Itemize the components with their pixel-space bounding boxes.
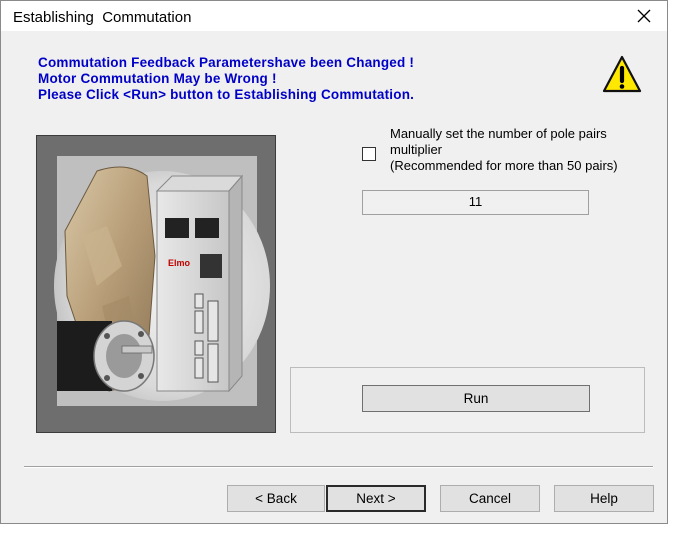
- window-title: Establishing Commutation: [13, 9, 192, 26]
- svg-text:Elmo: Elmo: [168, 258, 191, 268]
- cancel-button[interactable]: Cancel: [440, 485, 540, 512]
- help-button[interactable]: Help: [554, 485, 654, 512]
- title-bar: Establishing Commutation: [1, 1, 667, 31]
- warning-icon: [602, 55, 642, 93]
- manual-pole-pairs-checkbox[interactable]: [362, 147, 376, 161]
- pole-pairs-value-field[interactable]: 11: [362, 190, 589, 215]
- run-button[interactable]: Run: [362, 385, 590, 412]
- pole-pairs-label-line-1: Manually set the number of pole pairs: [390, 126, 607, 141]
- motor-drive-illustration: Elmo: [36, 135, 276, 433]
- desktop-background-right: [668, 0, 692, 540]
- back-button[interactable]: < Back: [227, 485, 325, 512]
- warning-message: Commutation Feedback Parametershave been…: [38, 55, 414, 103]
- next-button[interactable]: Next >: [326, 485, 426, 512]
- desktop-background-bottom: [0, 524, 692, 540]
- message-line-1: Commutation Feedback Parametershave been…: [38, 55, 415, 70]
- pole-pairs-label-line-2: multiplier: [390, 142, 443, 157]
- pole-pairs-label: Manually set the number of pole pairs mu…: [390, 126, 640, 174]
- close-button[interactable]: [627, 4, 661, 28]
- footer-separator: [24, 466, 653, 468]
- message-line-3: Please Click <Run> button to Establishin…: [38, 87, 415, 102]
- close-x-icon: [637, 9, 651, 23]
- message-line-2: Motor Commutation May be Wrong !: [38, 71, 277, 86]
- pole-pairs-label-line-3: (Recommended for more than 50 pairs): [390, 158, 618, 173]
